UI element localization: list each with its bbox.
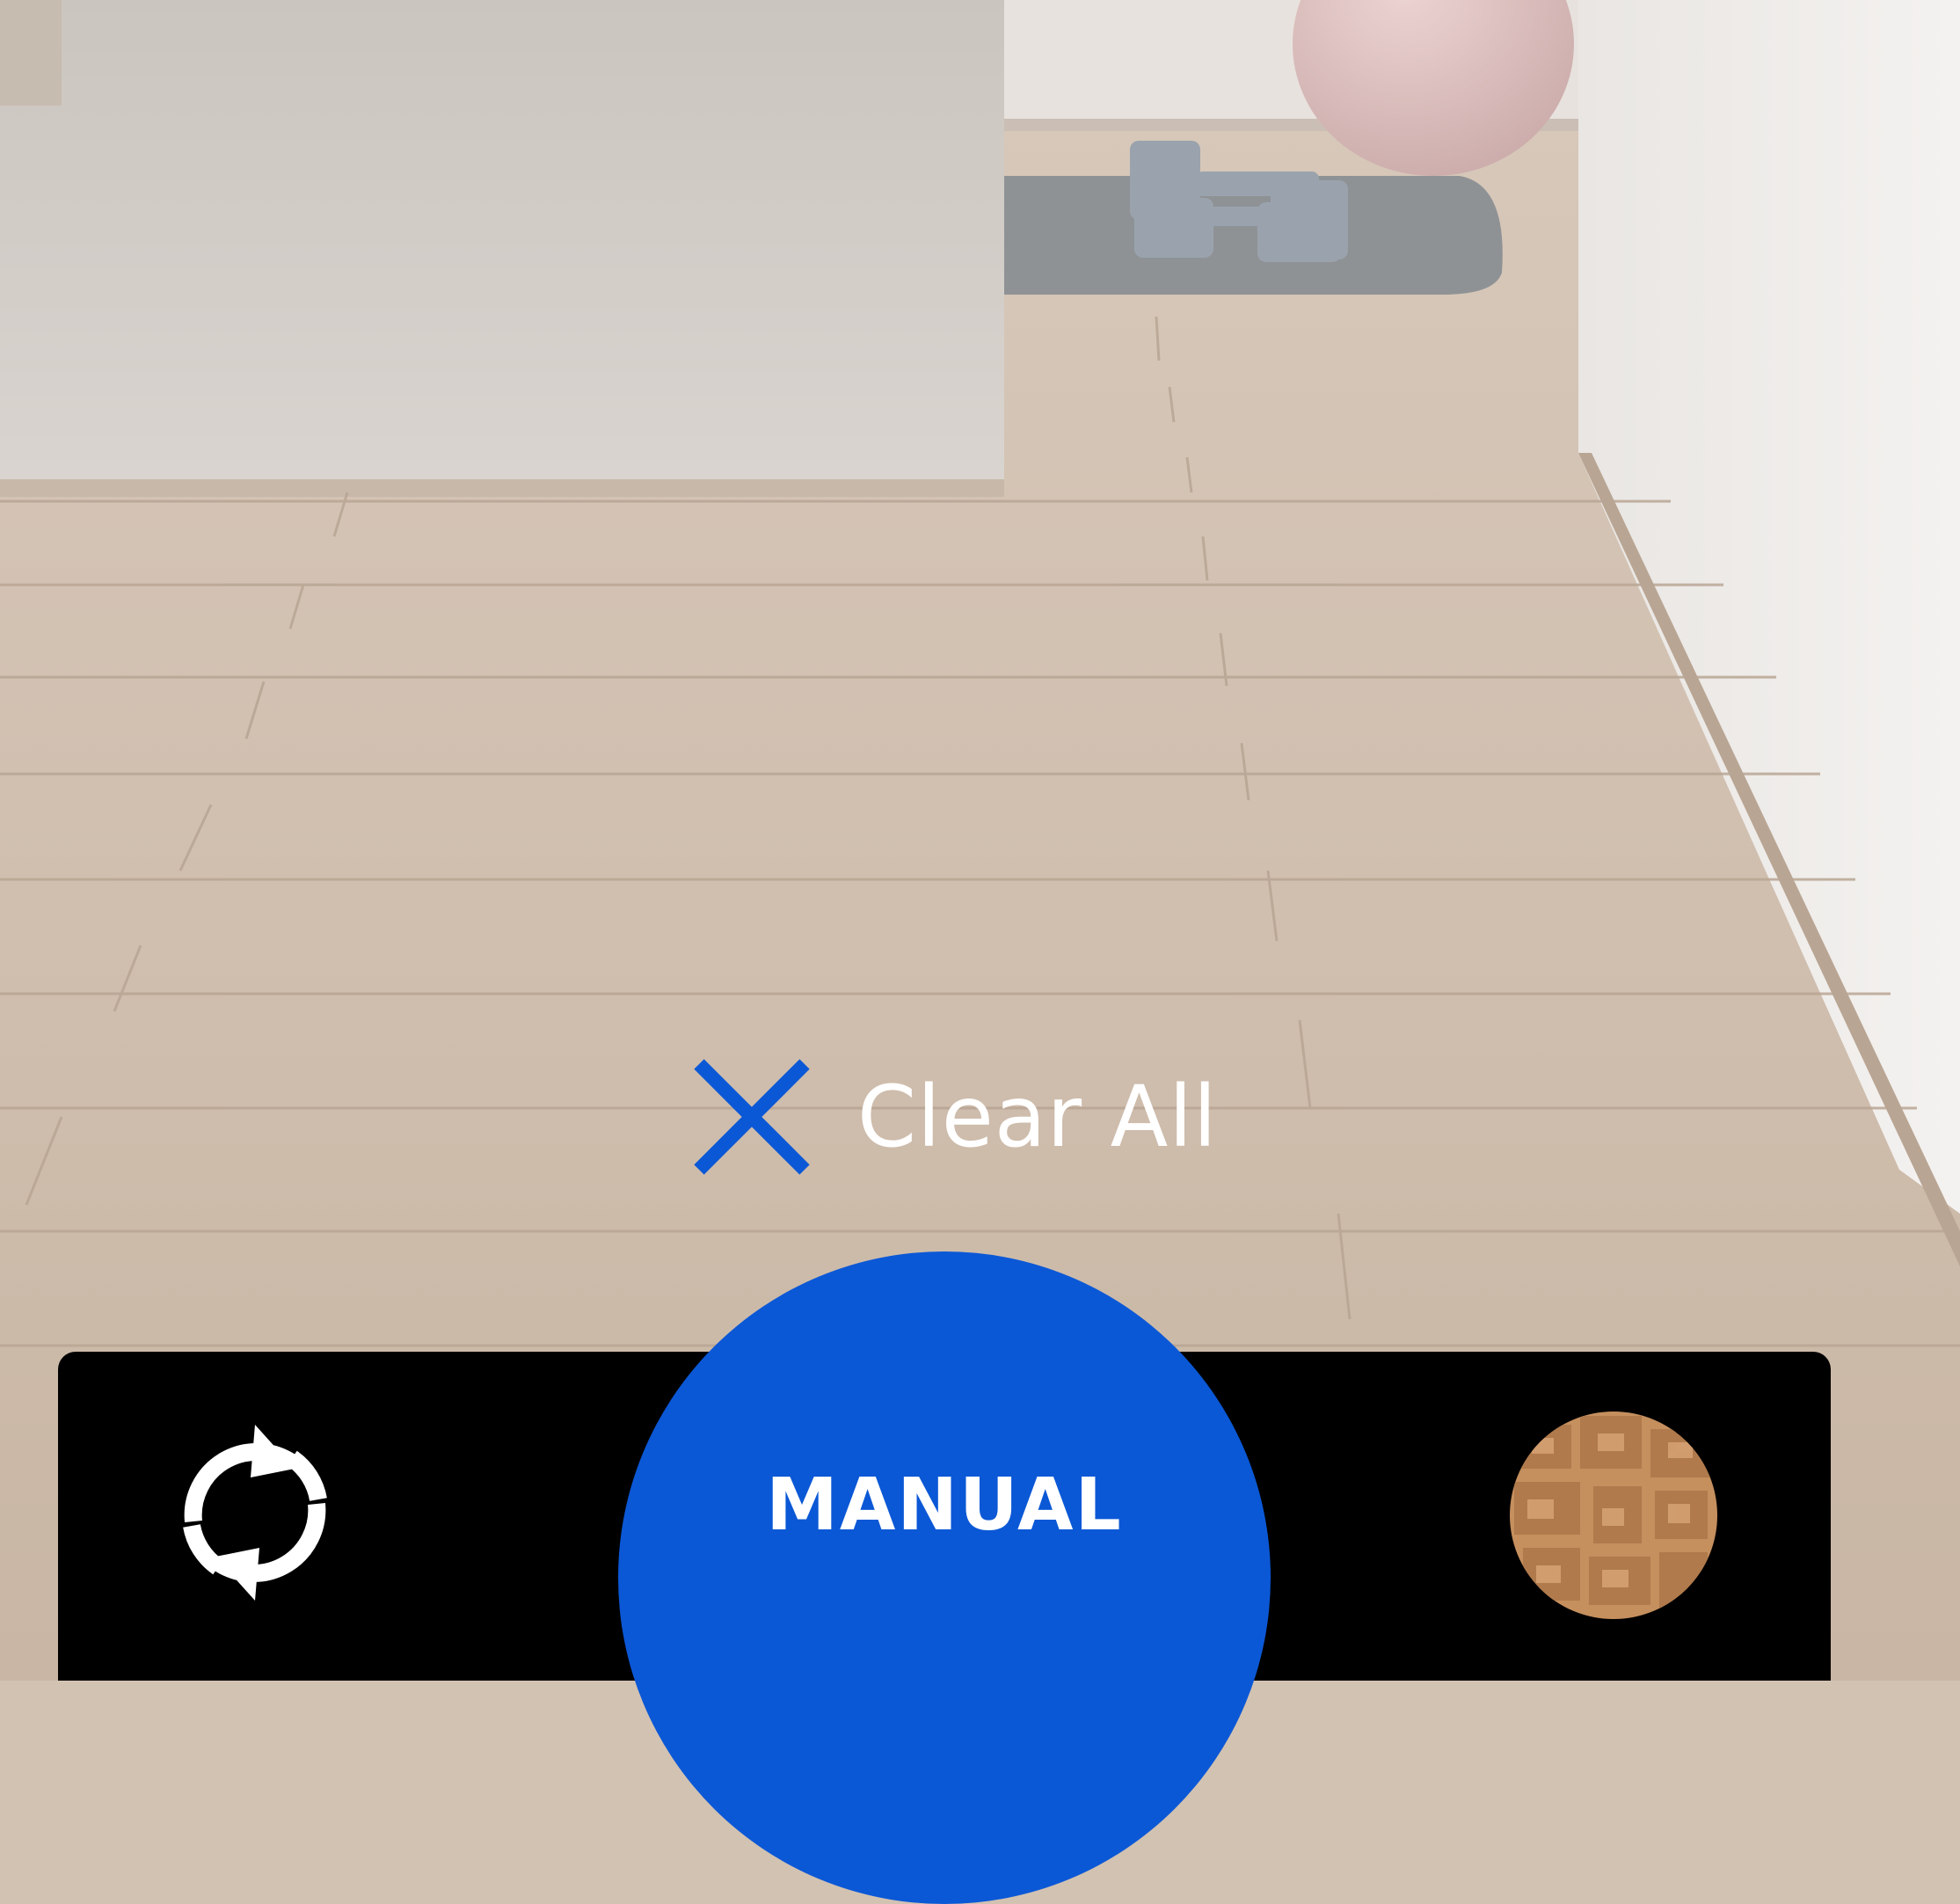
clear-all-label: Clear All [857, 1068, 1218, 1166]
close-icon [694, 1059, 810, 1175]
refresh-button[interactable] [167, 1407, 343, 1618]
stone-texture-icon [1510, 1412, 1717, 1619]
manual-capture-button[interactable] [618, 1251, 1271, 1904]
clear-all-button[interactable]: Clear All [690, 1055, 1218, 1178]
texture-thumbnail-button[interactable] [1510, 1412, 1717, 1619]
refresh-icon [183, 1425, 327, 1601]
manual-capture-label: MANUAL [766, 1463, 1123, 1547]
